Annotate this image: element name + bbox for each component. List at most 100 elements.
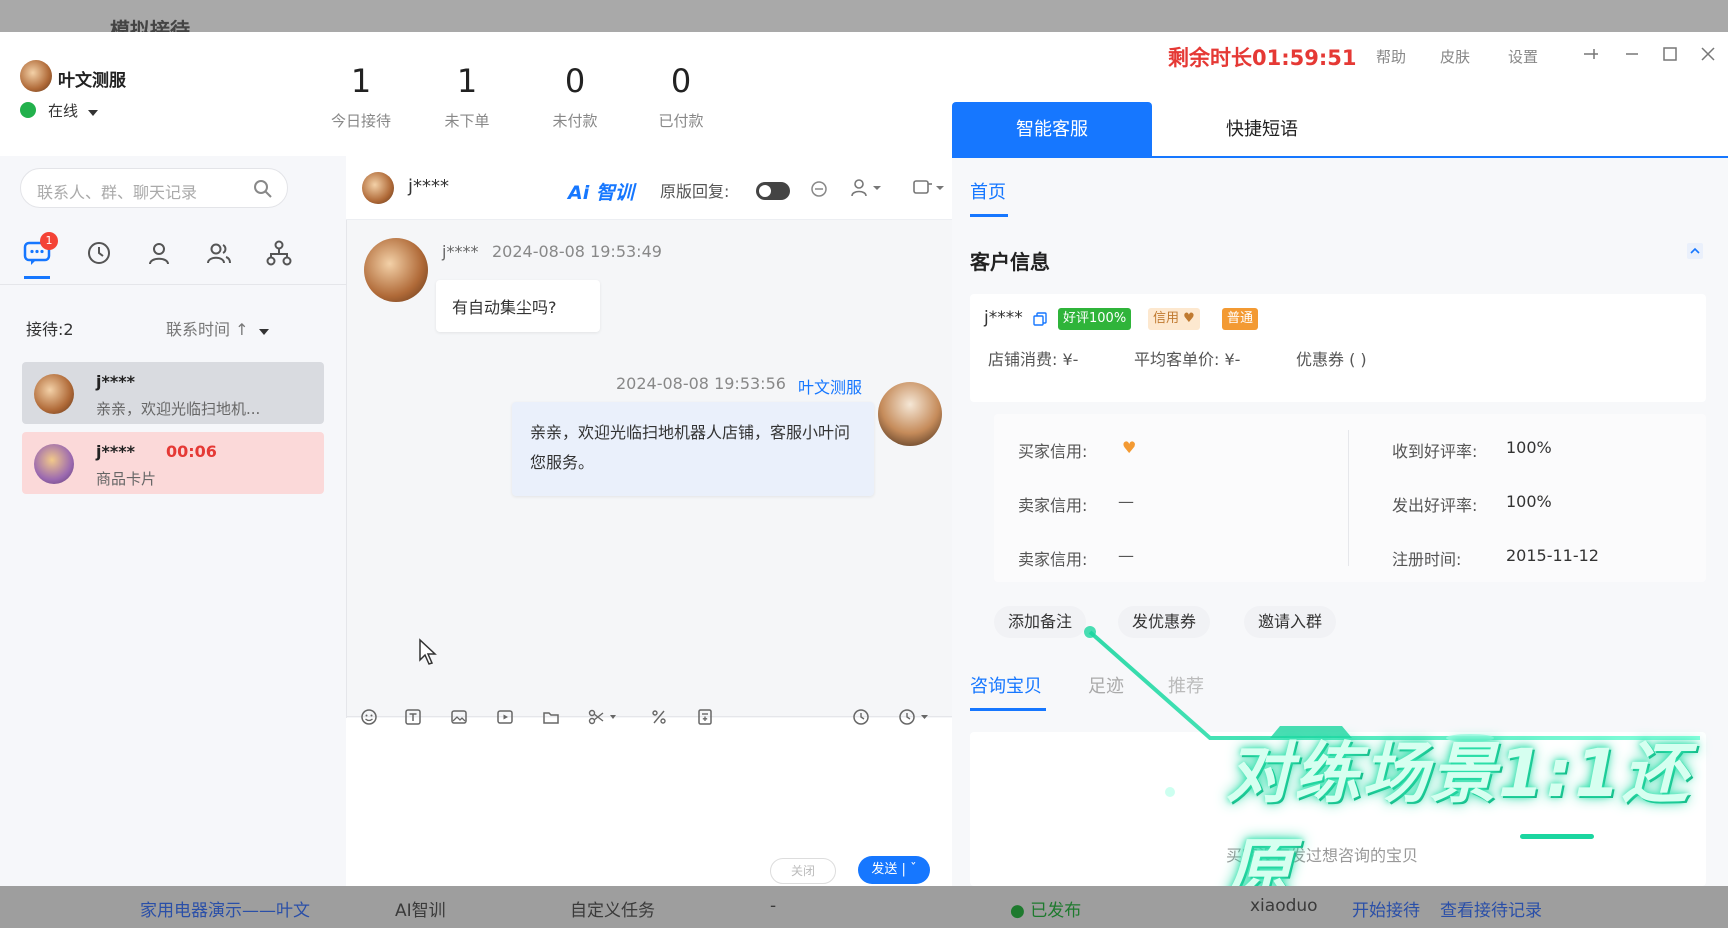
background-cell-owner: xiaoduo: [1250, 896, 1318, 916]
user-icon[interactable]: [144, 238, 174, 268]
average-price: 平均客单价: ¥-: [1134, 350, 1241, 369]
add-note-button[interactable]: 添加备注: [994, 606, 1087, 638]
calculator-icon[interactable]: [696, 708, 714, 726]
stat-paid-label: 已付款: [658, 112, 704, 130]
search-input[interactable]: 联系人、群、聊天记录: [20, 168, 288, 208]
customer-summary-card: j**** 好评100% 信用 ♥ 普通 店铺消费: ¥- 平均客单价: ¥- …: [970, 294, 1706, 402]
reception-count: 接待:2: [26, 320, 74, 339]
send-button[interactable]: 发送 | ˇ: [858, 856, 930, 884]
conversation-item[interactable]: j**** 亲亲，欢迎光临扫地机...: [22, 362, 324, 424]
register-time-label: 注册时间:: [1392, 550, 1462, 569]
group-icon[interactable]: [204, 238, 234, 268]
conversation-timer: 00:06: [166, 442, 217, 461]
search-placeholder: 联系人、群、聊天记录: [37, 183, 198, 202]
conversation-name: j****: [96, 442, 135, 461]
maximize-icon[interactable]: [1660, 44, 1680, 64]
background-cell-type: AI智训: [395, 901, 446, 921]
stat-today-value: 1: [350, 62, 372, 100]
sort-dropdown[interactable]: 联系时间 ↑: [166, 316, 269, 340]
profile-avatar[interactable]: [20, 60, 52, 92]
window-mode-icon[interactable]: [912, 178, 946, 198]
percent-icon[interactable]: [650, 708, 668, 726]
customer-message-name: j****: [442, 242, 479, 261]
tab-quick-phrases[interactable]: 快捷短语: [1162, 102, 1362, 158]
minimize-icon[interactable]: [1622, 44, 1642, 64]
ai-training-label[interactable]: Ai 智训: [568, 178, 634, 205]
chevron-down-icon: [258, 329, 269, 335]
background-start-link[interactable]: 开始接待: [1352, 896, 1420, 921]
home-tab-indicator: [970, 214, 1008, 217]
register-time-value: 2015-11-12: [1506, 546, 1599, 565]
buyer-credit-label: 买家信用:: [1018, 442, 1088, 461]
minus-circle-icon[interactable]: [810, 180, 828, 198]
status-label: 在线: [48, 102, 79, 120]
conversation-preview: 亲亲，欢迎光临扫地机...: [96, 400, 261, 418]
received-rate-label: 收到好评率:: [1392, 442, 1478, 461]
agent-message-bubble: 亲亲，欢迎光临扫地机器人店铺，客服小叶问您服务。: [512, 402, 874, 496]
customer-info-title: 客户信息: [970, 250, 1050, 274]
tab-home[interactable]: 首页: [970, 178, 1006, 204]
agent-message-name: 叶文测服: [798, 378, 863, 397]
seller-credit-value: —: [1118, 546, 1134, 565]
emoji-icon[interactable]: [360, 708, 378, 726]
seller-credit-label: 卖家信用:: [1018, 496, 1088, 515]
video-icon[interactable]: [496, 708, 514, 726]
online-status-icon: [20, 102, 36, 118]
unread-badge: 1: [40, 232, 58, 250]
close-icon[interactable]: [1698, 44, 1718, 64]
received-rate-value: 100%: [1506, 438, 1552, 457]
background-table-row: 家用电器演示——叶文 AI智训 自定义任务 - ● 已发布 xiaoduo 开始…: [0, 882, 1728, 928]
customer-message-text: 有自动集尘吗?: [452, 298, 557, 317]
customer-message-time: 2024-08-08 19:53:49: [492, 242, 662, 261]
background-top-bar: 模拟接待: [0, 0, 1728, 42]
customer-message-bubble: 有自动集尘吗?: [436, 280, 600, 332]
subtab-indicator: [970, 708, 1046, 711]
buyer-credit-value: ♥: [1122, 438, 1137, 457]
close-button[interactable]: 关闭: [770, 858, 836, 884]
original-reply-toggle[interactable]: [756, 182, 790, 200]
active-tab-indicator: [24, 276, 50, 279]
help-link[interactable]: 帮助: [1376, 46, 1406, 67]
collapse-icon[interactable]: [1686, 242, 1704, 260]
reception-window: 叶文测服 在线 1 今日接待 1 未下单 0 未付款 0 已付款 联系人、群、聊…: [0, 32, 1728, 886]
seller-credit-value: —: [1118, 492, 1134, 511]
agent-avatar: [878, 382, 942, 446]
agent-message-text: 亲亲，欢迎光临扫地机器人店铺，客服小叶问您服务。: [530, 423, 851, 472]
search-icon[interactable]: [253, 179, 273, 199]
history-icon[interactable]: [852, 708, 870, 726]
pin-icon[interactable]: [1580, 44, 1600, 64]
profile-name: 叶文测服: [58, 71, 126, 91]
sidebar-divider: [0, 284, 346, 285]
schedule-icon[interactable]: [898, 708, 932, 726]
clock-icon[interactable]: [84, 238, 114, 268]
skin-link[interactable]: 皮肤: [1440, 46, 1470, 67]
settings-link[interactable]: 设置: [1508, 46, 1538, 67]
background-records-link[interactable]: 查看接待记录: [1440, 896, 1542, 921]
folder-icon[interactable]: [542, 708, 560, 726]
stat-paid-value: 0: [670, 62, 692, 100]
stat-unpaid-value: 0: [564, 62, 586, 100]
shop-spend: 店铺消费: ¥-: [988, 350, 1079, 369]
conversation-item[interactable]: j**** 00:06 商品卡片: [22, 432, 324, 494]
tab-smart-service[interactable]: 智能客服: [952, 102, 1152, 158]
original-reply-label: 原版回复:: [660, 182, 730, 201]
copy-icon[interactable]: [1032, 311, 1048, 327]
contact-avatar: [34, 374, 74, 414]
org-icon[interactable]: [264, 238, 294, 268]
credit-tag: 信用 ♥: [1148, 308, 1200, 330]
customer-avatar: [364, 238, 428, 302]
customer-name: j****: [984, 308, 1023, 328]
status-dropdown[interactable]: 在线: [48, 100, 98, 121]
image-icon[interactable]: [450, 708, 468, 726]
contact-avatar: [34, 444, 74, 484]
stat-no-order-label: 未下单: [444, 112, 490, 130]
scissors-icon[interactable]: [588, 708, 620, 726]
sent-rate-label: 发出好评率:: [1392, 496, 1478, 515]
chat-contact-name: j****: [408, 176, 450, 197]
sent-rate-value: 100%: [1506, 492, 1552, 511]
tab-consulted-items[interactable]: 咨询宝贝: [970, 672, 1042, 698]
good-review-tag: 好评100%: [1058, 308, 1132, 330]
text-template-icon[interactable]: [404, 708, 422, 726]
transfer-user-icon[interactable]: [850, 178, 884, 198]
background-cell-custom: 自定义任务: [570, 901, 655, 921]
